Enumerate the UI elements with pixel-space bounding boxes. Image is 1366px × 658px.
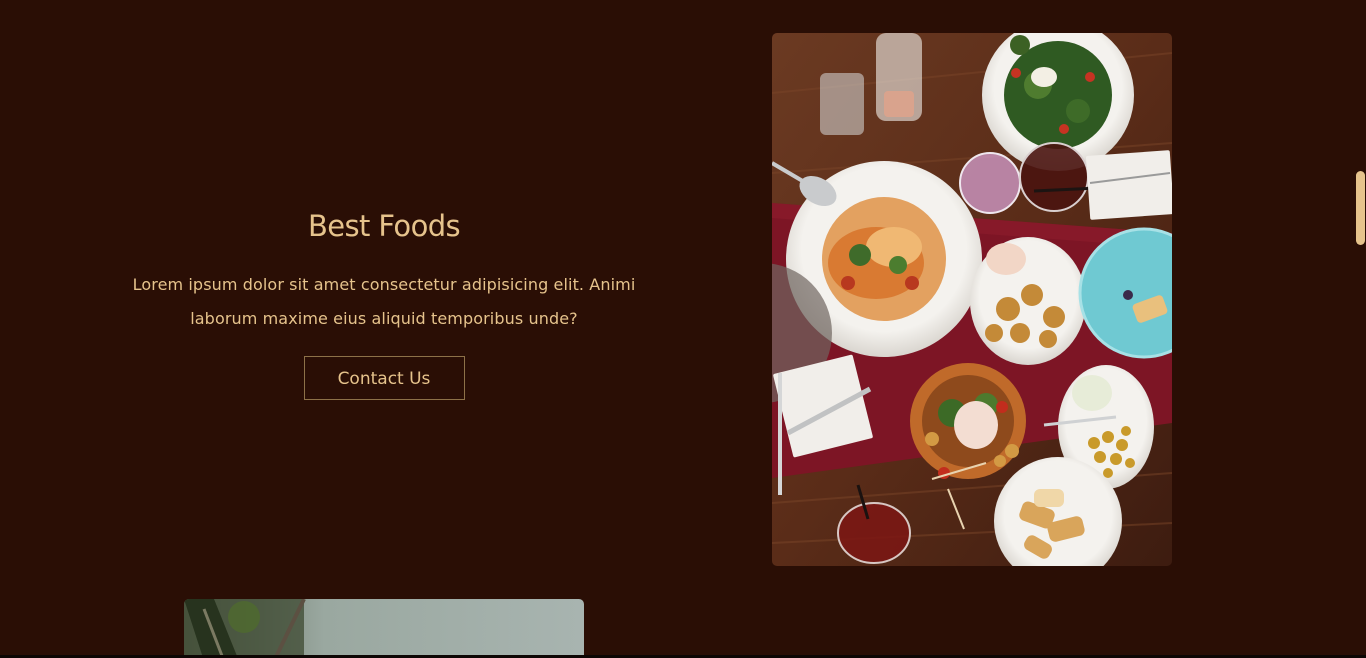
section-description: Lorem ipsum dolor sit amet consectetur a…: [132, 275, 636, 328]
scrollbar-thumb[interactable]: [1356, 171, 1365, 245]
food-table-photo: [772, 33, 1172, 566]
food-photo-illustration: [772, 33, 1172, 566]
hero-text-block: Best Foods Lorem ipsum dolor sit amet co…: [100, 200, 668, 400]
section-title: Best Foods: [307, 209, 461, 243]
outdoor-photo-illustration: [184, 599, 584, 658]
outdoor-photo: [184, 599, 584, 658]
contact-us-button[interactable]: Contact Us: [303, 356, 465, 400]
